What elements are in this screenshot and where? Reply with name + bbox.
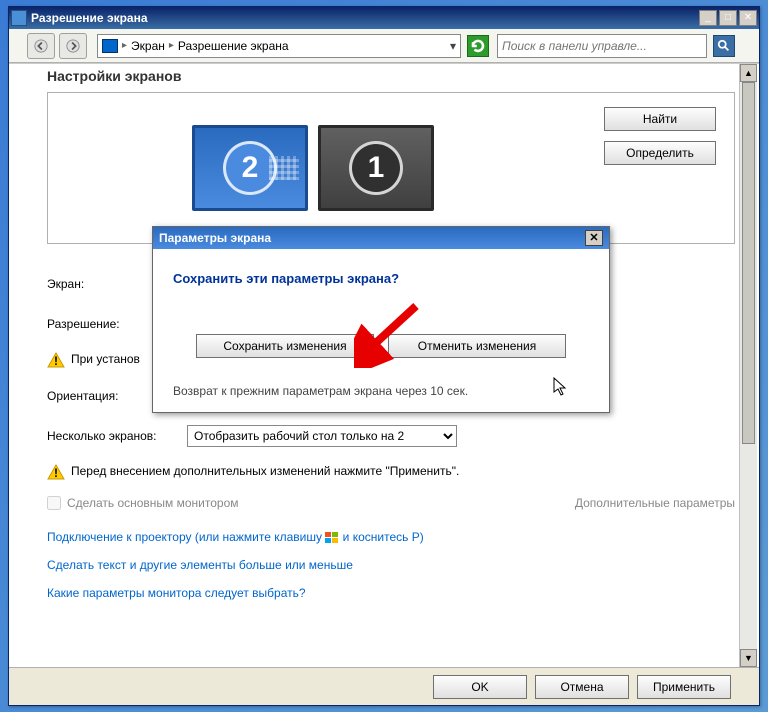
scroll-down-icon[interactable]: ▼	[740, 649, 757, 667]
vertical-scrollbar[interactable]: ▲ ▼	[739, 64, 757, 667]
maximize-button[interactable]: □	[719, 10, 737, 26]
monitor-1[interactable]: 1	[318, 125, 434, 211]
breadcrumb-2[interactable]: Разрешение экрана	[178, 39, 289, 53]
scroll-thumb[interactable]	[742, 82, 755, 444]
chevron-icon: ▸	[169, 40, 174, 51]
dialog-prompt: Сохранить эти параметры экрана?	[173, 271, 589, 286]
window-title: Разрешение экрана	[31, 11, 699, 25]
address-bar[interactable]: ▸ Экран ▸ Разрешение экрана ▾	[97, 34, 461, 58]
bottom-bar: OK Отмена Применить	[9, 667, 759, 705]
grid-icon	[269, 156, 299, 180]
close-button[interactable]: ✕	[739, 10, 757, 26]
multiple-label: Несколько экранов:	[47, 429, 187, 443]
back-button[interactable]	[27, 33, 55, 59]
revert-changes-button[interactable]: Отменить изменения	[388, 334, 566, 358]
toolbar: ▸ Экран ▸ Разрешение экрана ▾	[9, 29, 759, 63]
ok-button[interactable]: OK	[433, 675, 527, 699]
text-size-link[interactable]: Сделать текст и другие элементы больше и…	[47, 558, 735, 572]
search-button[interactable]	[713, 35, 735, 57]
dialog-titlebar[interactable]: Параметры экрана ✕	[153, 227, 609, 249]
multiple-displays-select[interactable]: Отобразить рабочий стол только на 2	[187, 425, 457, 447]
primary-monitor-checkbox	[47, 496, 61, 510]
cursor-icon	[553, 377, 569, 400]
which-settings-link[interactable]: Какие параметры монитора следует выбрать…	[47, 586, 735, 600]
warn1-text-a: При установ	[71, 352, 140, 366]
window-icon	[11, 10, 27, 26]
minimize-button[interactable]: _	[699, 10, 717, 26]
warning-row-2: ! Перед внесением дополнительных изменен…	[47, 464, 735, 480]
revert-countdown-text: Возврат к прежним параметрам экрана чере…	[173, 384, 589, 398]
svg-text:!: !	[54, 466, 58, 480]
svg-text:!: !	[54, 354, 58, 368]
search-input[interactable]	[502, 39, 702, 53]
forward-button[interactable]	[59, 33, 87, 59]
find-button[interactable]: Найти	[604, 107, 716, 131]
warn2-text: Перед внесением дополнительных изменений…	[71, 464, 459, 478]
keep-changes-dialog: Параметры экрана ✕ Сохранить эти парамет…	[152, 226, 610, 413]
dialog-title: Параметры экрана	[159, 231, 585, 245]
monitor-icon	[102, 39, 118, 53]
identify-button[interactable]: Определить	[604, 141, 716, 165]
dialog-close-button[interactable]: ✕	[585, 230, 603, 246]
apply-button[interactable]: Применить	[637, 675, 731, 699]
projector-link[interactable]: Подключение к проектору (или нажмите кла…	[47, 530, 735, 544]
monitor-2[interactable]: 2	[192, 125, 308, 211]
primary-monitor-label: Сделать основным монитором	[67, 496, 239, 510]
dropdown-icon[interactable]: ▾	[450, 39, 456, 53]
search-box[interactable]	[497, 34, 707, 58]
scroll-up-icon[interactable]: ▲	[740, 64, 757, 82]
cancel-button[interactable]: Отмена	[535, 675, 629, 699]
section-title: Настройки экранов	[47, 68, 735, 84]
warning-icon: !	[47, 464, 65, 480]
breadcrumb-1[interactable]: Экран	[131, 39, 165, 53]
windows-key-icon	[325, 532, 339, 544]
monitor-preview-box: 2 1 Найти Определить	[47, 92, 735, 244]
chevron-icon: ▸	[122, 40, 127, 51]
refresh-button[interactable]	[467, 35, 489, 57]
titlebar[interactable]: Разрешение экрана _ □ ✕	[9, 7, 759, 29]
monitor-number: 1	[349, 141, 403, 195]
keep-changes-button[interactable]: Сохранить изменения	[196, 334, 374, 358]
warning-icon: !	[47, 352, 65, 368]
